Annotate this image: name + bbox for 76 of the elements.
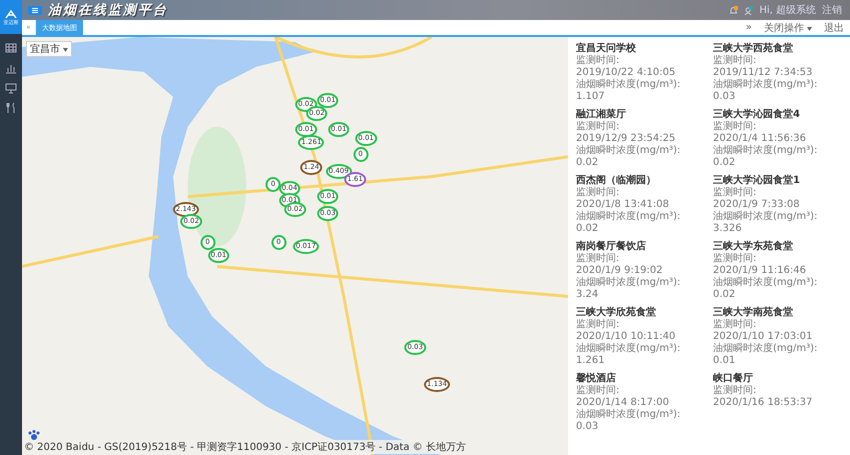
restaurant-name: 三峡大学西苑食堂 <box>713 43 794 54</box>
time-label: 监测时间: <box>713 187 758 199</box>
restaurant-name: 宜昌天问学校 <box>576 43 637 54</box>
caret-icon <box>63 48 68 52</box>
monitor-time: 2020/1/8 13:41:08 <box>576 199 670 210</box>
table-icon[interactable] <box>5 42 17 54</box>
concentration-label: 油烟瞬时浓度(mg/m³): <box>713 211 818 223</box>
concentration-label: 油烟瞬时浓度(mg/m³): <box>713 343 818 355</box>
monitor-time: 2020/1/4 11:56:36 <box>713 133 808 144</box>
concentration-value: 0.02 <box>713 157 736 169</box>
time-label: 监测时间: <box>576 319 620 331</box>
concentration-value: 0.02 <box>576 157 600 169</box>
monitor-time: 2019/11/12 7:34:53 <box>713 67 814 78</box>
monitor-time: 2020/1/9 7:33:08 <box>713 199 801 210</box>
time-label: 监测时间: <box>576 121 620 133</box>
time-label: 监测时间: <box>576 55 620 67</box>
restaurant-name: 三峡大学南苑食堂 <box>713 307 794 318</box>
concentration-label: 油烟瞬时浓度(mg/m³): <box>576 409 682 421</box>
bell-icon[interactable] <box>729 6 738 14</box>
monitor-icon[interactable] <box>5 82 17 94</box>
time-label: 监测时间: <box>576 385 620 397</box>
restaurant-name: 峡口餐厅 <box>713 373 754 384</box>
time-label: 监测时间: <box>713 55 758 67</box>
menu-button[interactable] <box>28 6 42 14</box>
monitor-time: 2020/1/14 8:17:00 <box>576 397 670 408</box>
map-copyright: © 2020 Baidu - GS(2019)5218号 - 甲测资字1100930 - 京ICP证030173号 - Data © 长地万方 <box>24 440 466 454</box>
concentration-value: 0.03 <box>713 91 736 103</box>
restaurant-name: 三峡大学欣苑食堂 <box>576 307 657 318</box>
monitor-time: 2020/1/10 10:11:40 <box>576 331 676 342</box>
concentration-value: 1.107 <box>576 91 606 103</box>
caret-icon <box>807 26 812 30</box>
time-label: 监测时间: <box>576 187 620 199</box>
restaurant-name: 西杰阁（临潮园） <box>576 175 657 186</box>
concentration-label: 油烟瞬时浓度(mg/m³): <box>576 145 682 157</box>
close-menu-button[interactable]: 关闭操作 <box>758 20 818 35</box>
monitor-time: 2019/12/9 23:54:25 <box>576 133 676 144</box>
concentration-value: 0.03 <box>576 421 600 433</box>
time-label: 监测时间: <box>713 253 758 265</box>
baidu-paw-icon <box>26 429 42 441</box>
concentration-value: 3.24 <box>576 289 600 301</box>
concentration-value: 3.326 <box>713 223 743 235</box>
restaurant-name: 馨悦酒店 <box>576 373 617 384</box>
restaurant-name: 三峡大学沁园食堂4 <box>713 109 801 120</box>
monitor-time: 2020/1/9 9:19:02 <box>576 265 664 276</box>
concentration-label: 油烟瞬时浓度(mg/m³): <box>576 79 682 91</box>
concentration-label: 油烟瞬时浓度(mg/m³): <box>576 343 682 355</box>
concentration-value: 0.02 <box>576 223 600 235</box>
concentration-value: 0.02 <box>713 289 736 301</box>
time-label: 监测时间: <box>713 319 758 331</box>
monitor-time: 2020/1/10 17:03:01 <box>713 331 814 342</box>
monitor-time: 2020/1/9 11:16:46 <box>713 265 808 276</box>
concentration-value: 1.261 <box>576 355 606 367</box>
restaurant-name: 三峡大学东苑食堂 <box>713 241 794 252</box>
concentration-label: 油烟瞬时浓度(mg/m³): <box>713 277 818 289</box>
monitor-time: 2020/1/16 18:53:37 <box>713 397 814 409</box>
bar-chart-icon[interactable] <box>5 62 17 74</box>
time-label: 监测时间: <box>713 385 758 397</box>
exit-button[interactable]: 退出 <box>818 20 850 35</box>
menu-icon <box>32 8 38 12</box>
concentration-label: 油烟瞬时浓度(mg/m³): <box>713 79 818 91</box>
time-label: 监测时间: <box>713 121 758 133</box>
city-select[interactable]: 宜昌市 <box>26 41 72 57</box>
concentration-label: 油烟瞬时浓度(mg/m³): <box>576 277 682 289</box>
concentration-label: 油烟瞬时浓度(mg/m³): <box>713 145 818 157</box>
user-greeting: Hi, 超级系统 <box>759 4 816 17</box>
restaurant-name: 三峡大学沁园食堂1 <box>713 175 801 186</box>
concentration-value: 0.01 <box>713 355 736 367</box>
restaurant-name: 南岗餐厅餐饮店 <box>576 241 647 252</box>
fork-knife-icon[interactable] <box>5 102 17 114</box>
user-icon[interactable] <box>744 6 754 14</box>
time-label: 监测时间: <box>576 253 620 265</box>
concentration-label: 油烟瞬时浓度(mg/m³): <box>576 211 682 223</box>
forward-button[interactable]: » <box>740 20 758 35</box>
app-title: 油烟在线监测平台 <box>48 2 168 19</box>
restaurant-name: 融江湘菜厅 <box>576 109 627 120</box>
monitor-time: 2019/10/22 4:10:05 <box>576 67 676 78</box>
